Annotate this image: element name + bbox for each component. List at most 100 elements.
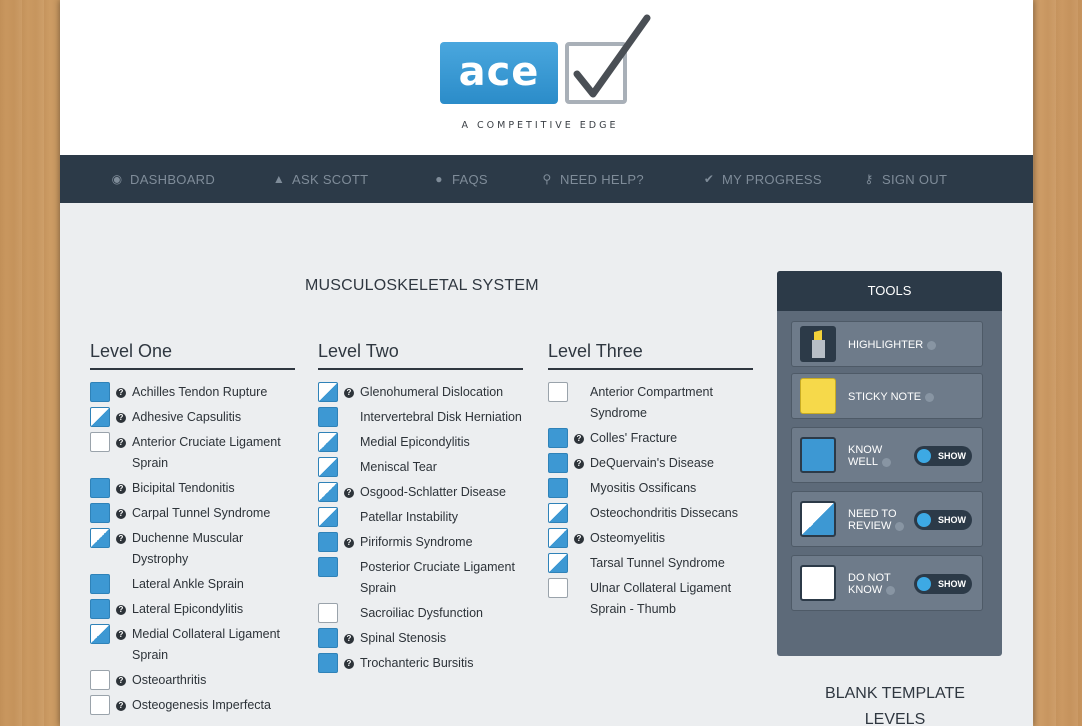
info-icon[interactable]: ? <box>574 534 584 544</box>
status-checkbox[interactable] <box>90 407 110 427</box>
info-icon[interactable]: ? <box>116 484 126 494</box>
status-checkbox[interactable] <box>90 624 110 644</box>
status-checkbox[interactable] <box>548 528 568 548</box>
condition-item[interactable]: ? Piriformis Syndrome <box>318 532 523 553</box>
status-checkbox[interactable] <box>318 603 338 623</box>
info-icon[interactable]: ? <box>344 488 354 498</box>
info-icon[interactable]: ? <box>574 459 584 469</box>
status-checkbox[interactable] <box>90 478 110 498</box>
info-icon[interactable] <box>895 521 905 531</box>
condition-item[interactable]: ? Bicipital Tendonitis <box>90 478 295 499</box>
condition-label[interactable]: Spinal Stenosis <box>360 628 446 649</box>
condition-item[interactable]: ? Carpal Tunnel Syndrome <box>90 503 295 524</box>
info-icon[interactable]: ? <box>344 388 354 398</box>
nav-dashboard[interactable]: ◉ DASHBOARD <box>110 172 272 187</box>
know-well-tool[interactable]: KNOW WELL SHOW <box>791 427 983 483</box>
condition-item[interactable]: Lateral Ankle Sprain <box>90 574 295 595</box>
info-icon[interactable]: ? <box>116 701 126 711</box>
condition-label[interactable]: Anterior Cruciate Ligament Sprain <box>132 432 295 474</box>
condition-item[interactable]: ? Medial Collateral Ligament Sprain <box>90 624 295 666</box>
condition-label[interactable]: Lateral Epicondylitis <box>132 599 243 620</box>
status-checkbox[interactable] <box>90 599 110 619</box>
status-checkbox[interactable] <box>318 507 338 527</box>
condition-label[interactable]: Meniscal Tear <box>360 457 437 478</box>
condition-item[interactable]: ? Trochanteric Bursitis <box>318 653 523 674</box>
condition-item[interactable]: Posterior Cruciate Ligament Sprain <box>318 557 523 599</box>
status-checkbox[interactable] <box>548 382 568 402</box>
info-icon[interactable]: ? <box>116 438 126 448</box>
info-icon[interactable]: ? <box>116 388 126 398</box>
condition-label[interactable]: Patellar Instability <box>360 507 458 528</box>
condition-item[interactable]: Medial Epicondylitis <box>318 432 523 453</box>
condition-label[interactable]: Carpal Tunnel Syndrome <box>132 503 270 524</box>
status-checkbox[interactable] <box>90 574 110 594</box>
condition-item[interactable]: Tarsal Tunnel Syndrome <box>548 553 753 574</box>
condition-label[interactable]: Achilles Tendon Rupture <box>132 382 267 403</box>
condition-label[interactable]: Osteomyelitis <box>590 528 665 549</box>
status-checkbox[interactable] <box>318 628 338 648</box>
info-icon[interactable]: ? <box>116 534 126 544</box>
status-checkbox[interactable] <box>548 503 568 523</box>
do-not-know-tool[interactable]: DO NOT KNOW SHOW <box>791 555 983 611</box>
status-checkbox[interactable] <box>548 553 568 573</box>
condition-item[interactable]: ? Osteogenesis Imperfecta <box>90 695 295 716</box>
condition-item[interactable]: Ulnar Collateral Ligament Sprain - Thumb <box>548 578 753 620</box>
blank-template-levels-heading[interactable]: BLANK TEMPLATE LEVELS <box>795 681 995 726</box>
nav-need-help[interactable]: ⚲ NEED HELP? <box>540 172 702 187</box>
condition-item[interactable]: ? Osgood-Schlatter Disease <box>318 482 523 503</box>
condition-label[interactable]: Adhesive Capsulitis <box>132 407 241 428</box>
condition-label[interactable]: Bicipital Tendonitis <box>132 478 235 499</box>
condition-item[interactable]: ? Achilles Tendon Rupture <box>90 382 295 403</box>
info-icon[interactable] <box>886 585 896 595</box>
condition-item[interactable]: ? Lateral Epicondylitis <box>90 599 295 620</box>
condition-label[interactable]: Osteoarthritis <box>132 670 206 691</box>
condition-label[interactable]: Intervertebral Disk Herniation <box>360 407 522 428</box>
status-checkbox[interactable] <box>318 653 338 673</box>
condition-item[interactable]: ? Colles' Fracture <box>548 428 753 449</box>
status-checkbox[interactable] <box>90 432 110 452</box>
status-checkbox[interactable] <box>90 695 110 715</box>
info-icon[interactable]: ? <box>116 676 126 686</box>
info-icon[interactable]: ? <box>116 605 126 615</box>
info-icon[interactable]: ? <box>116 630 126 640</box>
condition-item[interactable]: Meniscal Tear <box>318 457 523 478</box>
condition-item[interactable]: Intervertebral Disk Herniation <box>318 407 523 428</box>
info-icon[interactable]: ? <box>344 634 354 644</box>
condition-item[interactable]: ? Anterior Cruciate Ligament Sprain <box>90 432 295 474</box>
status-checkbox[interactable] <box>548 453 568 473</box>
status-checkbox[interactable] <box>548 478 568 498</box>
condition-label[interactable]: Anterior Compartment Syndrome <box>590 382 753 424</box>
nav-sign-out[interactable]: ⚷ SIGN OUT <box>862 172 992 187</box>
condition-label[interactable]: Piriformis Syndrome <box>360 532 473 553</box>
status-checkbox[interactable] <box>90 670 110 690</box>
condition-label[interactable]: Trochanteric Bursitis <box>360 653 473 674</box>
status-checkbox[interactable] <box>318 557 338 577</box>
condition-item[interactable]: ? Duchenne Muscular Dystrophy <box>90 528 295 570</box>
know-well-show-toggle[interactable]: SHOW <box>914 446 972 466</box>
condition-label[interactable]: Glenohumeral Dislocation <box>360 382 503 403</box>
condition-item[interactable]: Patellar Instability <box>318 507 523 528</box>
condition-item[interactable]: Anterior Compartment Syndrome <box>548 382 753 424</box>
condition-label[interactable]: DeQuervain's Disease <box>590 453 714 474</box>
nav-ask-scott[interactable]: ▲ ASK SCOTT <box>272 172 432 187</box>
sticky-note-tool[interactable]: STICKY NOTE <box>791 373 983 419</box>
status-checkbox[interactable] <box>90 382 110 402</box>
status-checkbox[interactable] <box>90 528 110 548</box>
info-icon[interactable]: ? <box>344 538 354 548</box>
info-icon[interactable] <box>925 392 935 402</box>
condition-label[interactable]: Ulnar Collateral Ligament Sprain - Thumb <box>590 578 753 620</box>
do-not-know-show-toggle[interactable]: SHOW <box>914 574 972 594</box>
condition-item[interactable]: ? Spinal Stenosis <box>318 628 523 649</box>
status-checkbox[interactable] <box>548 428 568 448</box>
condition-label[interactable]: Duchenne Muscular Dystrophy <box>132 528 295 570</box>
info-icon[interactable] <box>927 340 937 350</box>
status-checkbox[interactable] <box>90 503 110 523</box>
condition-label[interactable]: Osteogenesis Imperfecta <box>132 695 271 716</box>
nav-faqs[interactable]: ● FAQS <box>432 172 540 187</box>
info-icon[interactable]: ? <box>574 434 584 444</box>
condition-label[interactable]: Sacroiliac Dysfunction <box>360 603 483 624</box>
condition-item[interactable]: ? Osteomyelitis <box>548 528 753 549</box>
condition-label[interactable]: Tarsal Tunnel Syndrome <box>590 553 725 574</box>
info-icon[interactable]: ? <box>344 659 354 669</box>
status-checkbox[interactable] <box>318 482 338 502</box>
